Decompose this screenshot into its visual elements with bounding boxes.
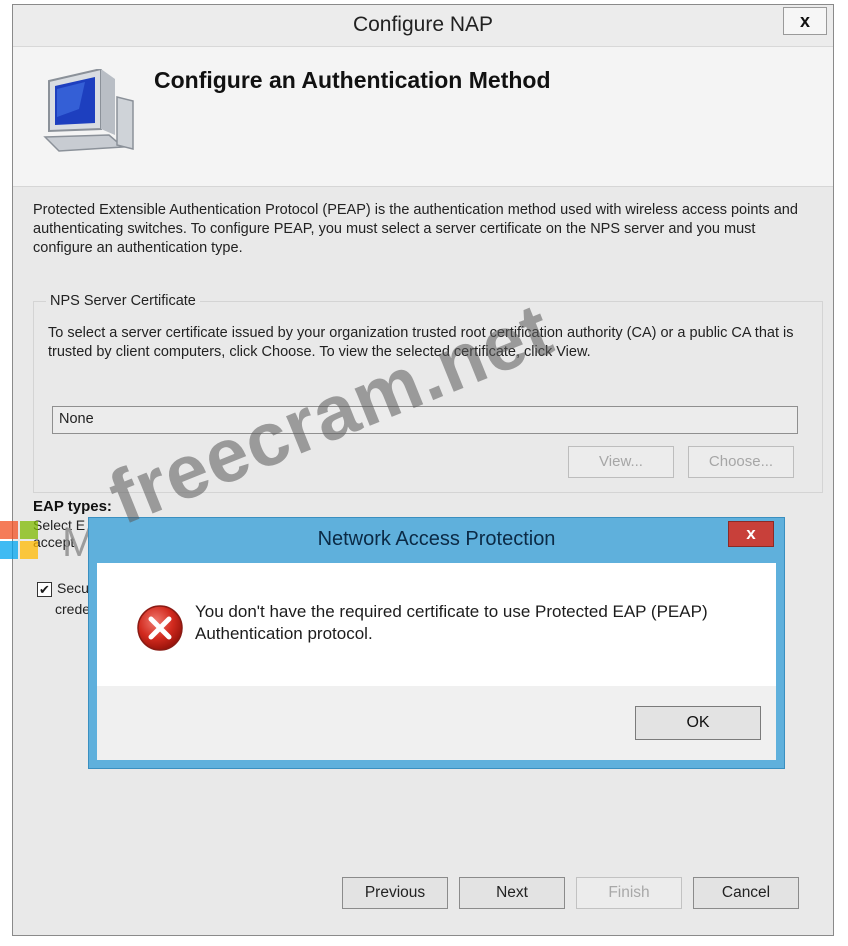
wizard-header: Configure an Authentication Method [13, 47, 833, 187]
microsoft-logo-icon [0, 521, 40, 581]
dialog-message: You don't have the required certificate … [195, 601, 755, 645]
group-label: NPS Server Certificate [46, 293, 200, 309]
dialog-title: Network Access Protection [317, 528, 556, 550]
finish-button[interactable]: Finish [576, 877, 682, 909]
credentials-fragment: crede [55, 601, 91, 617]
certificate-field[interactable]: None [52, 406, 798, 434]
cancel-button[interactable]: Cancel [693, 877, 799, 909]
dialog-body: You don't have the required certificate … [97, 563, 776, 686]
page-title: Configure an Authentication Method [154, 67, 551, 93]
choose-button[interactable]: Choose... [688, 446, 794, 478]
certificate-instructions: To select a server certificate issued by… [48, 325, 794, 360]
error-icon [137, 605, 183, 651]
next-button[interactable]: Next [459, 877, 565, 909]
nps-server-certificate-group: NPS Server Certificate To select a serve… [33, 293, 823, 493]
checkbox-label-fragment: Secu [57, 580, 89, 596]
dialog-message-line2: Authentication protocol. [195, 624, 373, 643]
title-bar[interactable]: Configure NAP x [13, 5, 833, 47]
dialog-message-line1: You don't have the required certificate … [195, 602, 708, 621]
secure-password-checkbox[interactable]: ✔ [37, 582, 52, 597]
eap-types-heading: EAP types: [33, 498, 112, 515]
configure-nap-window: Configure NAP x Configure an Authenticat… [12, 4, 834, 936]
dialog-close-button[interactable]: x [728, 521, 774, 547]
window-title: Configure NAP [352, 13, 494, 36]
dialog-footer: OK [97, 686, 776, 760]
window-close-button[interactable]: x [783, 7, 827, 35]
previous-button[interactable]: Previous [342, 877, 448, 909]
view-button[interactable]: View... [568, 446, 674, 478]
network-access-protection-dialog: Network Access Protection x You don't ha… [88, 517, 785, 769]
monitor-icon [43, 69, 134, 152]
peap-description: Protected Extensible Authentication Prot… [33, 202, 798, 256]
ok-button[interactable]: OK [635, 706, 761, 740]
